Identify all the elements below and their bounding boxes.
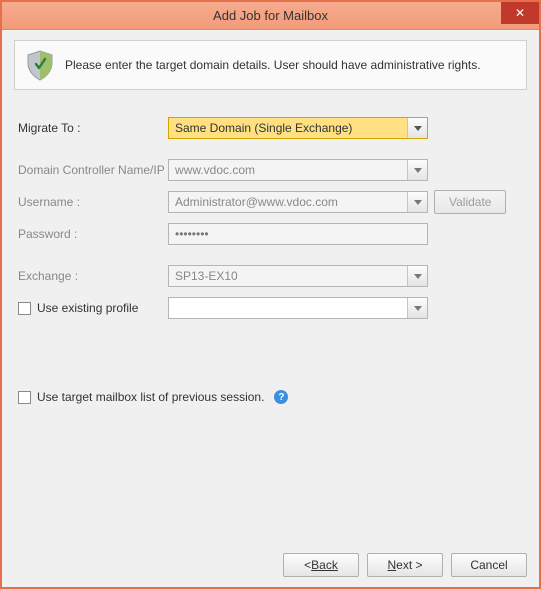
back-button[interactable]: < Back: [283, 553, 359, 577]
use-existing-profile-checkbox[interactable]: [18, 302, 31, 315]
dc-name-value[interactable]: [169, 160, 407, 180]
username-combo[interactable]: [168, 191, 428, 213]
prev-session-label: Use target mailbox list of previous sess…: [37, 390, 264, 404]
help-icon[interactable]: ?: [274, 390, 288, 404]
username-label: Username :: [18, 195, 168, 209]
chevron-down-icon[interactable]: [407, 298, 427, 318]
info-panel: Please enter the target domain details. …: [14, 40, 527, 90]
username-value[interactable]: [169, 192, 407, 212]
window-title: Add Job for Mailbox: [2, 8, 539, 23]
chevron-down-icon[interactable]: [407, 192, 427, 212]
exchange-value[interactable]: [169, 266, 407, 286]
use-existing-profile-label: Use existing profile: [37, 301, 138, 315]
chevron-down-icon[interactable]: [407, 266, 427, 286]
dc-name-label: Domain Controller Name/IP: [18, 163, 168, 177]
info-text: Please enter the target domain details. …: [65, 57, 481, 73]
next-button[interactable]: Next >: [367, 553, 443, 577]
exchange-combo[interactable]: [168, 265, 428, 287]
footer-buttons: < Back Next > Cancel: [2, 545, 539, 587]
form-area: Migrate To : Domain Controller Name/IP: [14, 116, 527, 404]
exchange-label: Exchange :: [18, 269, 168, 283]
migrate-to-combo[interactable]: [168, 117, 428, 139]
dc-name-combo[interactable]: [168, 159, 428, 181]
validate-button[interactable]: Validate: [434, 190, 506, 214]
close-button[interactable]: ✕: [501, 2, 539, 24]
content-area: Please enter the target domain details. …: [2, 30, 539, 545]
titlebar: Add Job for Mailbox ✕: [2, 2, 539, 30]
prev-session-checkbox[interactable]: [18, 391, 31, 404]
chevron-down-icon[interactable]: [407, 118, 427, 138]
migrate-to-label: Migrate To :: [18, 121, 168, 135]
prev-session-row: Use target mailbox list of previous sess…: [18, 390, 523, 404]
password-field[interactable]: [168, 223, 428, 245]
existing-profile-combo[interactable]: [168, 297, 428, 319]
password-label: Password :: [18, 227, 168, 241]
shield-icon: [25, 49, 55, 81]
existing-profile-value[interactable]: [169, 298, 407, 318]
cancel-button[interactable]: Cancel: [451, 553, 527, 577]
close-icon: ✕: [515, 7, 525, 19]
dialog-window: Add Job for Mailbox ✕ Please enter the t…: [0, 0, 541, 589]
migrate-to-value[interactable]: [169, 118, 407, 138]
chevron-down-icon[interactable]: [407, 160, 427, 180]
